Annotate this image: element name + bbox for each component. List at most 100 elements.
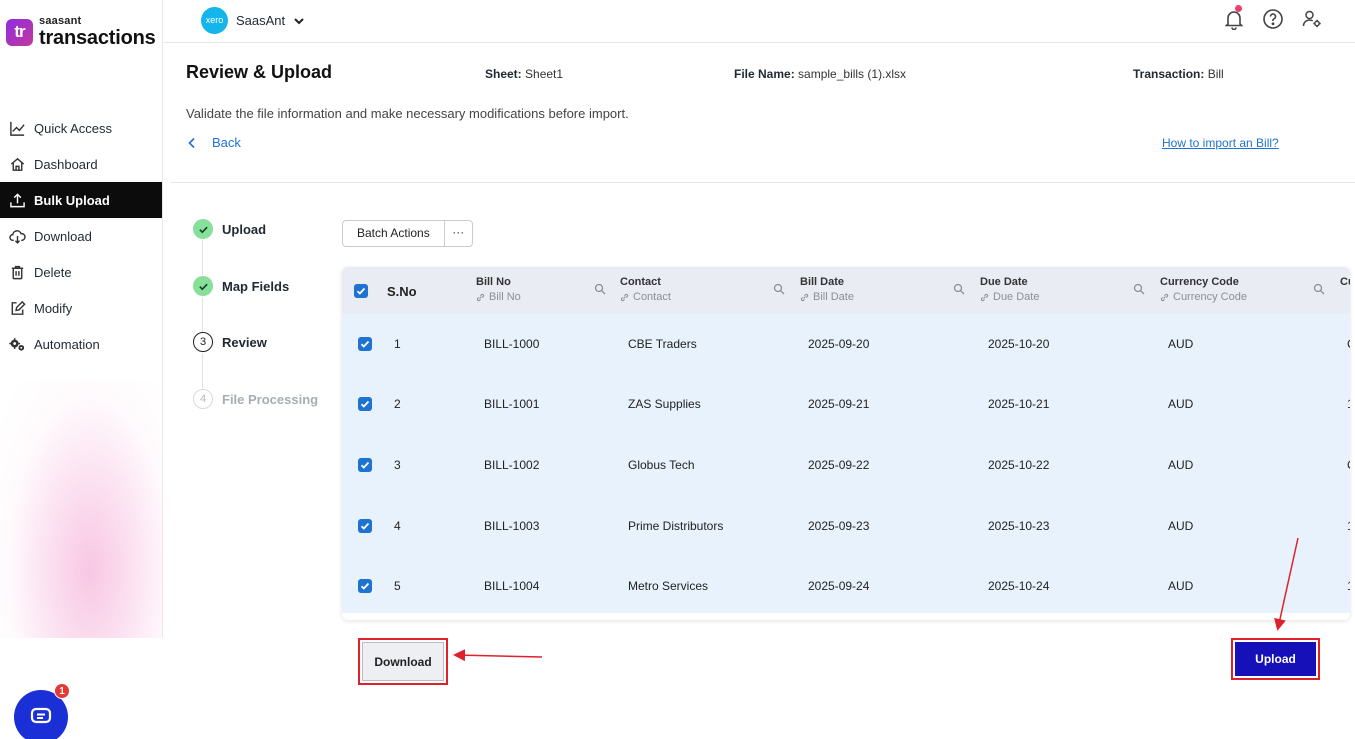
column-search-icon[interactable] — [953, 283, 965, 295]
how-to-import-link[interactable]: How to import an Bill? — [1162, 136, 1279, 150]
table-row[interactable]: 2 BILL-1001 ZAS Supplies 2025-09-21 2025… — [342, 374, 1350, 434]
sheet-value: Sheet1 — [525, 67, 564, 81]
check-icon — [193, 219, 213, 239]
select-all-checkbox[interactable] — [354, 284, 368, 298]
row-checkbox[interactable] — [358, 397, 372, 411]
sidebar-item-automation[interactable]: Automation — [0, 326, 162, 362]
cell-sno: 4 — [394, 519, 401, 533]
column-header-due-date: Due Date Due Date — [980, 267, 1145, 314]
cell-due-date[interactable]: 2025-10-21 — [988, 374, 1049, 434]
link-icon — [620, 293, 629, 301]
help-button[interactable] — [1262, 8, 1284, 30]
cell-currency-code[interactable]: AUD — [1168, 496, 1193, 556]
cell-bill-date[interactable]: 2025-09-20 — [808, 314, 869, 374]
app-root: tr saasant transactions Quick Access Das… — [0, 0, 1355, 739]
cell-bill-no[interactable]: BILL-1002 — [484, 435, 539, 495]
column-search-icon[interactable] — [1133, 283, 1145, 295]
notifications-button[interactable] — [1223, 5, 1245, 31]
step-label: File Processing — [222, 391, 319, 407]
cell-bill-no[interactable]: BILL-1004 — [484, 556, 539, 616]
column-header-bill-no: Bill No Bill No — [476, 267, 606, 314]
back-link[interactable]: Back — [186, 135, 241, 150]
cell-truncated[interactable]: C — [1347, 314, 1350, 374]
row-checkbox[interactable] — [358, 579, 372, 593]
chevron-left-icon — [188, 137, 195, 148]
cell-contact[interactable]: ZAS Supplies — [628, 374, 701, 434]
link-icon — [980, 293, 989, 301]
cell-bill-date[interactable]: 2025-09-22 — [808, 435, 869, 495]
cell-truncated[interactable]: 1 — [1347, 556, 1350, 616]
cell-sno: 2 — [394, 397, 401, 411]
brand-logo[interactable]: tr saasant transactions — [6, 16, 156, 48]
sheet-info: Sheet: Sheet1 — [485, 67, 563, 81]
cell-due-date[interactable]: 2025-10-20 — [988, 314, 1049, 374]
cell-bill-date[interactable]: 2025-09-23 — [808, 496, 869, 556]
cell-due-date[interactable]: 2025-10-24 — [988, 556, 1049, 616]
file-name-label: File Name: — [734, 67, 795, 81]
more-options-button[interactable]: ··· — [445, 221, 472, 246]
table-row[interactable]: 3 BILL-1002 Globus Tech 2025-09-22 2025-… — [342, 435, 1350, 495]
sidebar-item-dashboard[interactable]: Dashboard — [0, 146, 162, 182]
table-row[interactable]: 5 BILL-1004 Metro Services 2025-09-24 20… — [342, 556, 1350, 616]
sidebar: tr saasant transactions Quick Access Das… — [0, 0, 163, 739]
cell-currency-code[interactable]: AUD — [1168, 374, 1193, 434]
cell-contact[interactable]: Globus Tech — [628, 435, 695, 495]
cell-bill-date[interactable]: 2025-09-21 — [808, 374, 869, 434]
table-scrollbar-track[interactable] — [342, 613, 1350, 620]
transaction-info: Transaction: Bill — [1133, 67, 1224, 81]
upload-button[interactable]: Upload — [1231, 638, 1320, 680]
cell-bill-no[interactable]: BILL-1000 — [484, 314, 539, 374]
cell-currency-code[interactable]: AUD — [1168, 435, 1193, 495]
cell-due-date[interactable]: 2025-10-23 — [988, 496, 1049, 556]
table-row[interactable]: 4 BILL-1003 Prime Distributors 2025-09-2… — [342, 496, 1350, 556]
arrow-to-download — [453, 649, 543, 662]
user-gear-icon — [1302, 10, 1321, 28]
cell-contact[interactable]: Metro Services — [628, 556, 708, 616]
cell-contact[interactable]: CBE Traders — [628, 314, 697, 374]
cell-bill-no[interactable]: BILL-1001 — [484, 374, 539, 434]
xero-logo: xero — [201, 7, 228, 34]
organization-switcher[interactable]: xero SaasAnt — [201, 7, 305, 34]
step-number: 4 — [193, 389, 213, 409]
table-row[interactable]: 1 BILL-1000 CBE Traders 2025-09-20 2025-… — [342, 314, 1350, 374]
row-checkbox[interactable] — [358, 458, 372, 472]
batch-actions-group: Batch Actions ··· — [342, 220, 473, 247]
batch-actions-button[interactable]: Batch Actions — [343, 221, 445, 246]
sidebar-decoration — [0, 380, 163, 638]
cell-bill-no[interactable]: BILL-1003 — [484, 496, 539, 556]
row-checkbox[interactable] — [358, 337, 372, 351]
step-map-fields: Map Fields — [193, 276, 333, 296]
cell-sno: 1 — [394, 337, 401, 351]
cell-truncated[interactable]: 1 — [1347, 496, 1350, 556]
cell-contact[interactable]: Prime Distributors — [628, 496, 723, 556]
check-icon — [193, 276, 213, 296]
cell-currency-code[interactable]: AUD — [1168, 314, 1193, 374]
download-button-label: Download — [362, 642, 444, 681]
file-info: File Name: sample_bills (1).xlsx — [734, 67, 906, 81]
column-search-icon[interactable] — [594, 283, 606, 295]
sidebar-item-bulk-upload[interactable]: Bulk Upload — [0, 182, 162, 218]
row-checkbox[interactable] — [358, 519, 372, 533]
back-label: Back — [212, 135, 241, 150]
sidebar-item-label: Download — [34, 228, 92, 244]
cell-bill-date[interactable]: 2025-09-24 — [808, 556, 869, 616]
sidebar-item-quick-access[interactable]: Quick Access — [0, 110, 162, 146]
column-header-truncated: Cu — [1340, 276, 1350, 288]
cell-truncated[interactable]: 1 — [1347, 374, 1350, 434]
sidebar-item-download[interactable]: Download — [0, 218, 162, 254]
sidebar-item-modify[interactable]: Modify — [0, 290, 162, 326]
step-label: Map Fields — [222, 278, 290, 294]
cell-truncated[interactable]: C — [1347, 435, 1350, 495]
user-settings-button[interactable] — [1301, 8, 1323, 30]
step-label: Upload — [222, 221, 267, 237]
cell-currency-code[interactable]: AUD — [1168, 556, 1193, 616]
cell-due-date[interactable]: 2025-10-22 — [988, 435, 1049, 495]
sidebar-item-label: Modify — [34, 300, 73, 316]
sidebar-item-delete[interactable]: Delete — [0, 254, 162, 290]
column-search-icon[interactable] — [773, 283, 785, 295]
step-review: 3 Review — [193, 332, 333, 352]
column-search-icon[interactable] — [1313, 283, 1325, 295]
download-button[interactable]: Download — [358, 638, 448, 685]
chevron-down-icon — [294, 17, 304, 24]
sidebar-item-label: Dashboard — [34, 156, 98, 172]
